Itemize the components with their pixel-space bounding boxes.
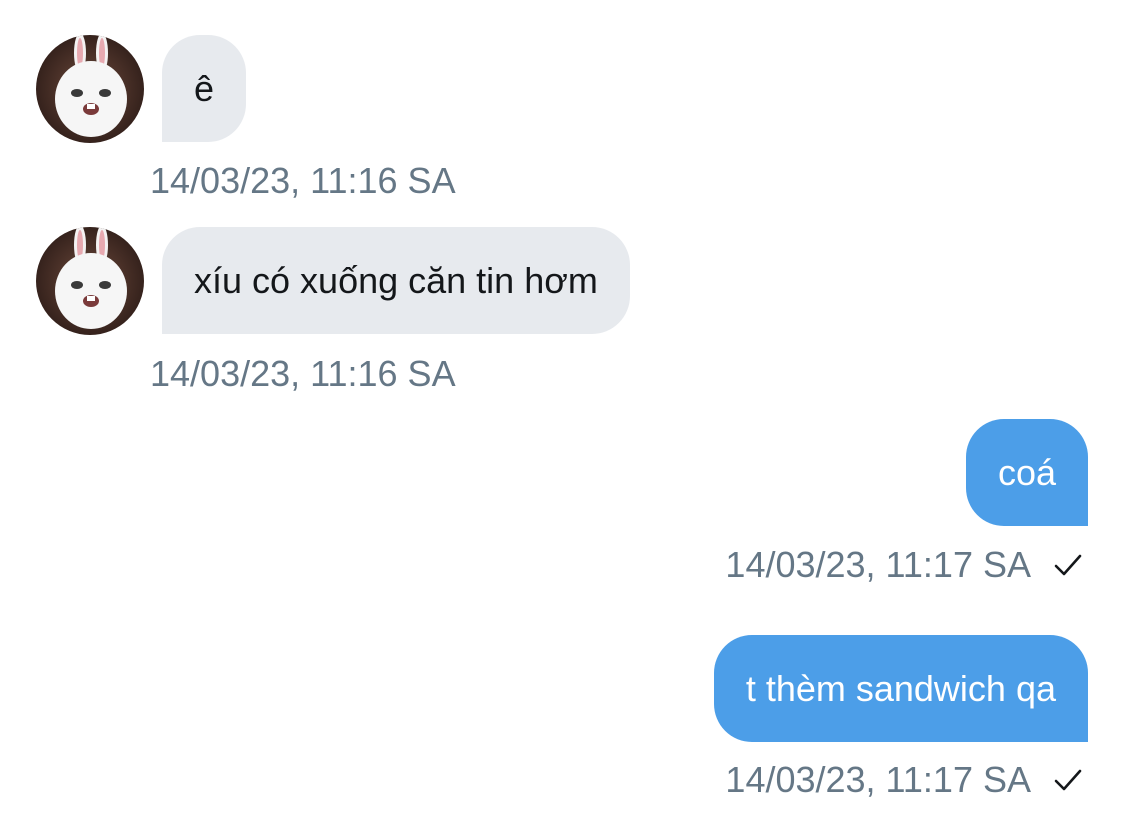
bunny-avatar-icon [36, 35, 144, 143]
message-text: xíu có xuống căn tin hơm [194, 259, 598, 301]
message-timestamp: 14/03/23, 11:16 SA [150, 160, 456, 201]
message-timestamp: 14/03/23, 11:17 SA [725, 759, 1031, 800]
message-text: ê [194, 67, 215, 109]
message-timestamp: 14/03/23, 11:16 SA [150, 353, 456, 394]
sender-avatar[interactable] [36, 35, 144, 143]
message-text: coá [997, 451, 1056, 493]
message-bubble-outgoing[interactable]: coá [965, 419, 1088, 526]
message-bubble-incoming[interactable]: xíu có xuống căn tin hơm [162, 227, 630, 334]
message-bubble-incoming[interactable]: ê [162, 35, 247, 142]
sender-avatar[interactable] [36, 227, 144, 335]
message-bubble-outgoing[interactable]: t thèm sandwich qa [713, 635, 1088, 742]
message-timestamp: 14/03/23, 11:17 SA [725, 544, 1031, 585]
message-text: t thèm sandwich qa [745, 667, 1056, 709]
checkmark-icon [1054, 554, 1082, 576]
bunny-avatar-icon [36, 227, 144, 335]
checkmark-icon [1054, 769, 1082, 791]
